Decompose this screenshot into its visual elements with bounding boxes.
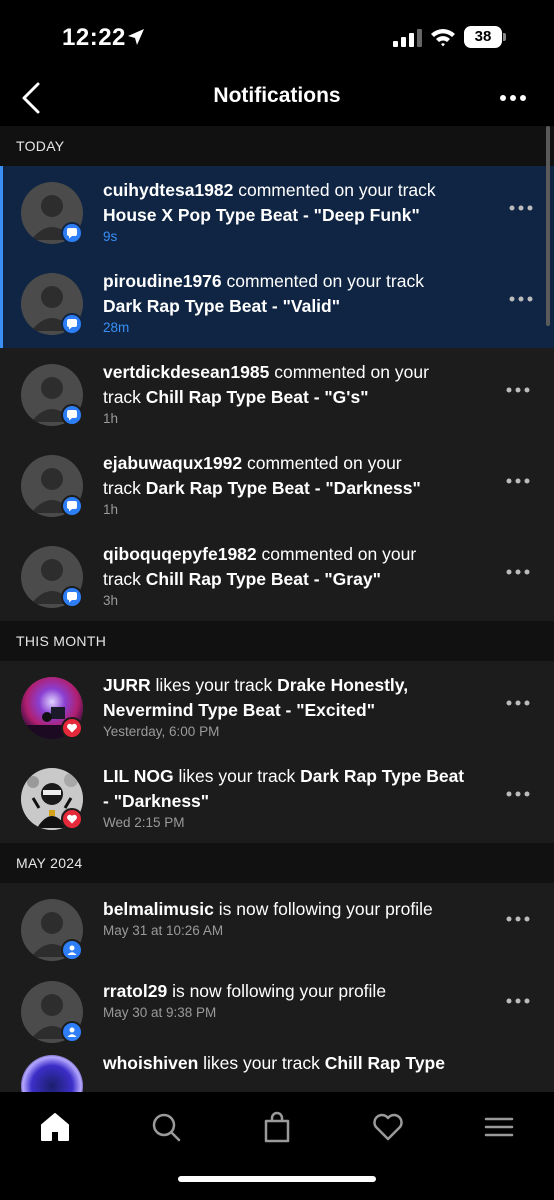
more-dots-icon[interactable] (505, 913, 531, 925)
timestamp: May 30 at 9:38 PM (103, 1005, 217, 1020)
avatar[interactable] (21, 1055, 83, 1092)
home-icon[interactable] (38, 1110, 72, 1144)
track-title[interactable]: Dark Rap Type Beat - "Darkness" (146, 478, 421, 498)
username[interactable]: ejabuwaqux1992 (103, 453, 242, 473)
more-dots-icon[interactable] (505, 475, 531, 487)
heart-icon[interactable] (371, 1110, 405, 1144)
home-indicator[interactable] (178, 1176, 376, 1182)
notification-item[interactable]: rratol29 is now following your profile M… (0, 965, 554, 1047)
scrollbar[interactable] (546, 126, 550, 326)
notification-text: vertdickdesean1985 commented on your trac… (103, 362, 429, 407)
cellular-signal-icon (393, 29, 422, 47)
hamburger-menu-icon[interactable] (482, 1110, 516, 1144)
username[interactable]: whoishiven (103, 1053, 198, 1073)
track-title[interactable]: House X Pop Type Beat - "Deep Funk" (103, 205, 420, 225)
notification-text: cuihydtesa1982 commented on your track Ho… (103, 180, 436, 225)
notification-item[interactable]: ejabuwaqux1992 commented on your track Da… (0, 439, 554, 530)
timestamp: May 31 at 10:26 AM (103, 923, 224, 938)
username[interactable]: qiboquqepyfe1982 (103, 544, 257, 564)
status-time: 12:22 (62, 24, 126, 51)
more-dots-icon[interactable] (508, 202, 534, 214)
more-dots-icon[interactable] (498, 86, 528, 110)
notification-item[interactable]: piroudine1976 commented on your track Dar… (0, 257, 554, 348)
notification-item[interactable]: LIL NOG likes your track Dark Rap Type B… (0, 752, 554, 843)
battery-indicator: 38 (464, 26, 506, 48)
track-title[interactable]: Drake Honestly, (277, 675, 408, 695)
more-dots-icon[interactable] (505, 384, 531, 396)
username[interactable]: cuihydtesa1982 (103, 180, 233, 200)
track-title[interactable]: Chill Rap Type Beat - "Gray" (146, 569, 381, 589)
heart-icon (61, 808, 83, 830)
battery-level: 38 (464, 26, 502, 48)
username[interactable]: LIL NOG (103, 766, 174, 786)
chat-bubble-icon (61, 495, 83, 517)
status-bar: 12:22 38 (0, 0, 554, 72)
chat-bubble-icon (61, 586, 83, 608)
page-title: Notifications (213, 84, 341, 107)
notification-item[interactable]: vertdickdesean1985 commented on your trac… (0, 348, 554, 439)
username[interactable]: vertdickdesean1985 (103, 362, 269, 382)
track-title[interactable]: Chill Rap Type Beat - "G's" (146, 387, 369, 407)
person-icon (61, 939, 83, 961)
shopping-bag-icon[interactable] (260, 1110, 294, 1144)
track-title[interactable]: Dark Rap Type Beat - "Valid" (103, 296, 340, 316)
notification-text: piroudine1976 commented on your track Dar… (103, 271, 424, 316)
more-dots-icon[interactable] (505, 995, 531, 1007)
location-arrow-icon (128, 29, 144, 45)
notification-item[interactable]: whoishiven likes your track Chill Rap Ty… (0, 1047, 554, 1092)
notification-text: qiboquqepyfe1982 commented on your track … (103, 544, 417, 589)
track-title-cont[interactable]: Nevermind Type Beat - "Excited" (103, 700, 375, 720)
heart-icon (61, 717, 83, 739)
username[interactable]: JURR (103, 675, 151, 695)
track-title-cont[interactable]: - "Darkness" (103, 791, 209, 811)
tab-bar (0, 1092, 554, 1200)
notification-text: belmalimusic is now following your profi… (103, 899, 433, 919)
notification-text: rratol29 is now following your profile (103, 981, 387, 1001)
notification-item[interactable]: JURR likes your track Drake Honestly, Nev… (0, 661, 554, 752)
more-dots-icon[interactable] (505, 788, 531, 800)
chat-bubble-icon (61, 404, 83, 426)
track-title[interactable]: Dark Rap Type Beat (300, 766, 464, 786)
username[interactable]: belmalimusic (103, 899, 214, 919)
timestamp: 9s (103, 229, 118, 244)
wifi-icon (431, 29, 455, 47)
timestamp: Wed 2:15 PM (103, 815, 185, 830)
nav-header: Notifications (0, 72, 554, 126)
chat-bubble-icon (61, 222, 83, 244)
more-dots-icon[interactable] (508, 293, 534, 305)
section-header-today: TODAY (0, 126, 554, 166)
album-art-icon (21, 1055, 83, 1092)
timestamp: Yesterday, 6:00 PM (103, 724, 220, 739)
notifications-list[interactable]: TODAY cuihydtesa1982 commented on your t… (0, 126, 554, 1092)
more-dots-icon[interactable] (505, 566, 531, 578)
timestamp: 3h (103, 593, 119, 608)
notification-item[interactable]: qiboquqepyfe1982 commented on your track … (0, 530, 554, 621)
notification-text: whoishiven likes your track Chill Rap Ty… (103, 1053, 445, 1073)
track-title[interactable]: Chill Rap Type (325, 1053, 445, 1073)
timestamp: 1h (103, 411, 119, 426)
more-dots-icon[interactable] (505, 697, 531, 709)
username[interactable]: piroudine1976 (103, 271, 222, 291)
chat-bubble-icon (61, 313, 83, 335)
notification-text: ejabuwaqux1992 commented on your track Da… (103, 453, 421, 498)
section-header-may-2024: MAY 2024 (0, 843, 554, 883)
notification-item[interactable]: belmalimusic is now following your profi… (0, 883, 554, 965)
section-header-this-month: THIS MONTH (0, 621, 554, 661)
notification-text: JURR likes your track Drake Honestly, Nev… (103, 675, 409, 720)
notification-item[interactable]: cuihydtesa1982 commented on your track Ho… (0, 166, 554, 257)
timestamp: 1h (103, 502, 119, 517)
timestamp: 28m (103, 320, 130, 335)
person-icon (61, 1021, 83, 1043)
username[interactable]: rratol29 (103, 981, 167, 1001)
notification-text: LIL NOG likes your track Dark Rap Type B… (103, 766, 465, 811)
search-icon[interactable] (149, 1110, 183, 1144)
